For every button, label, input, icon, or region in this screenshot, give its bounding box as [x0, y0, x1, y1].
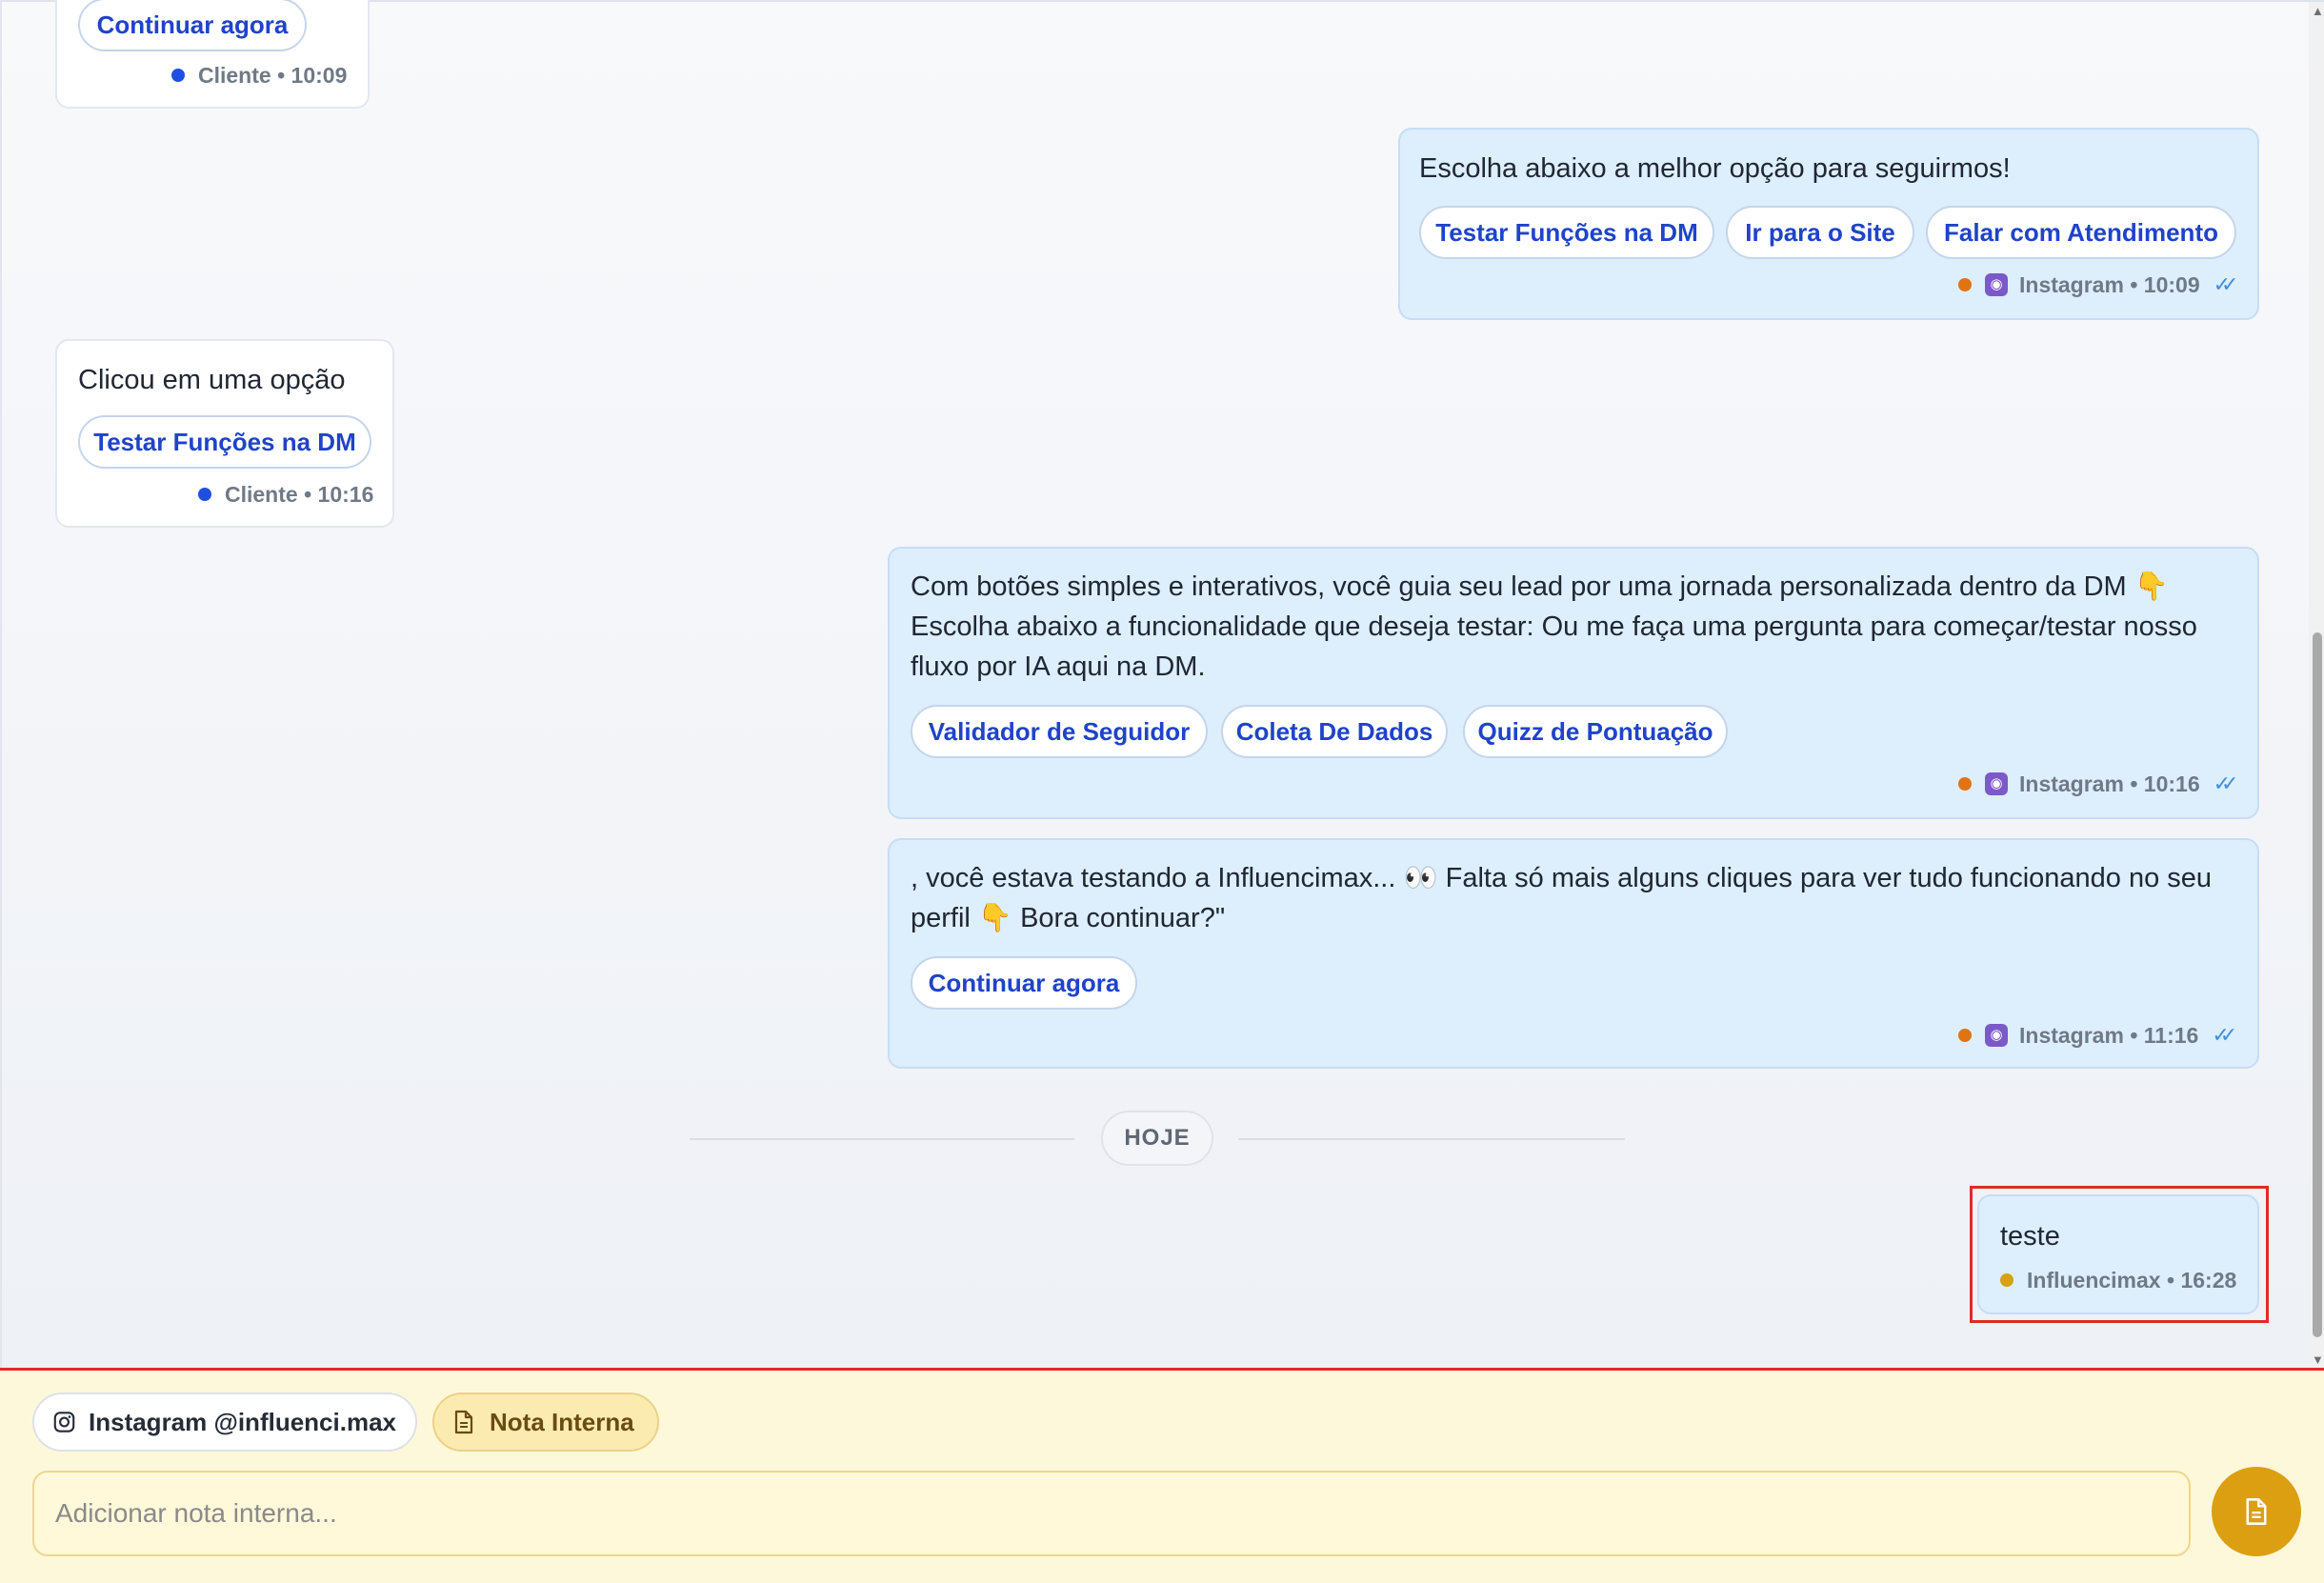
message-text: Escolha abaixo a melhor opção para segui…: [1419, 153, 2011, 184]
meta-time: 10:16: [2143, 771, 2200, 796]
status-dot: [1958, 278, 1972, 291]
meta-time: 10:16: [317, 481, 374, 507]
robot-icon: ◉: [1985, 1024, 2008, 1047]
message-meta: ◉ Instagram • 10:16 ✓✓: [1958, 770, 2239, 798]
double-check-icon: ✓✓: [2212, 1023, 2237, 1047]
status-dot: [1958, 777, 1972, 791]
message-text: Clicou em uma opção: [78, 365, 346, 395]
send-note-button[interactable]: [2212, 1467, 2301, 1556]
double-check-icon: ✓✓: [2213, 771, 2239, 795]
meta-source: Instagram: [2019, 271, 2124, 297]
internal-note-chip[interactable]: Nota Interna: [432, 1393, 659, 1452]
quick-reply-button-atendimento[interactable]: Falar com Atendimento: [1926, 206, 2236, 259]
scroll-down-arrow-icon[interactable]: ▼: [2312, 1353, 2324, 1367]
scrollbar[interactable]: ▲ ▼: [2309, 2, 2324, 1372]
scrollbar-thumb[interactable]: [2313, 632, 2322, 1337]
message-meta: ◉ Instagram • 10:09 ✓✓: [1958, 271, 2239, 299]
meta-source: Instagram: [2019, 1022, 2124, 1048]
message-meta: Cliente • 10:16: [198, 480, 373, 509]
message-text-line: perfil 👇 Bora continuar?": [911, 903, 1226, 933]
message-text-line: , você estava testando a Influencimax...…: [911, 863, 2213, 893]
date-divider-line: [1238, 1138, 1625, 1140]
quick-reply-button-testar[interactable]: Testar Funções na DM: [1419, 206, 1714, 259]
robot-icon: ◉: [1985, 772, 2008, 795]
instagram-icon: [53, 1412, 75, 1433]
date-divider-line: [690, 1138, 1074, 1140]
meta-source: Cliente: [198, 62, 271, 88]
meta-source: Cliente: [225, 481, 298, 507]
quick-reply-button-validador[interactable]: Validador de Seguidor: [911, 705, 1208, 758]
channel-chip-instagram[interactable]: Instagram @influenci.max: [32, 1393, 417, 1452]
quick-reply-button-continuar[interactable]: Continuar agora: [911, 956, 1137, 1010]
highlight-box: [1970, 1186, 2269, 1323]
document-icon: [2246, 1498, 2267, 1525]
internal-note-input[interactable]: [32, 1471, 2191, 1556]
status-dot: [1958, 1029, 1972, 1042]
quick-reply-button-coleta[interactable]: Coleta De Dados: [1221, 705, 1448, 758]
meta-source: Instagram: [2019, 771, 2124, 796]
message-text-line: Com botões simples e interativos, você g…: [911, 571, 2169, 602]
scroll-up-arrow-icon[interactable]: ▲: [2312, 4, 2324, 18]
meta-time: 10:09: [290, 62, 348, 88]
meta-time: 10:09: [2143, 271, 2200, 297]
quick-reply-button-continuar[interactable]: Continuar agora: [78, 0, 307, 51]
robot-icon: ◉: [1985, 273, 2008, 296]
message-meta: Cliente • 10:09: [171, 61, 347, 90]
meta-time: 11:16: [2143, 1022, 2199, 1048]
quick-reply-button-quizz[interactable]: Quizz de Pontuação: [1463, 705, 1728, 758]
message-text-line: Escolha abaixo a funcionalidade que dese…: [911, 611, 2197, 642]
document-icon: [454, 1410, 473, 1434]
double-check-icon: ✓✓: [2213, 272, 2239, 296]
internal-note-chip-label: Nota Interna: [490, 1407, 634, 1436]
quick-reply-button-testar[interactable]: Testar Funções na DM: [78, 415, 371, 469]
chat-area: Continuar agora Cliente • 10:09 Escolha …: [0, 0, 2324, 1372]
date-divider-badge: HOJE: [1101, 1111, 1213, 1166]
status-dot: [198, 488, 211, 501]
status-dot: [171, 69, 185, 82]
quick-reply-button-site[interactable]: Ir para o Site: [1726, 206, 1914, 259]
message-text-line: fluxo por IA aqui na DM.: [911, 651, 1206, 682]
message-meta: ◉ Instagram • 11:16 ✓✓: [1958, 1021, 2237, 1050]
channel-chip-label: Instagram @influenci.max: [89, 1407, 396, 1436]
